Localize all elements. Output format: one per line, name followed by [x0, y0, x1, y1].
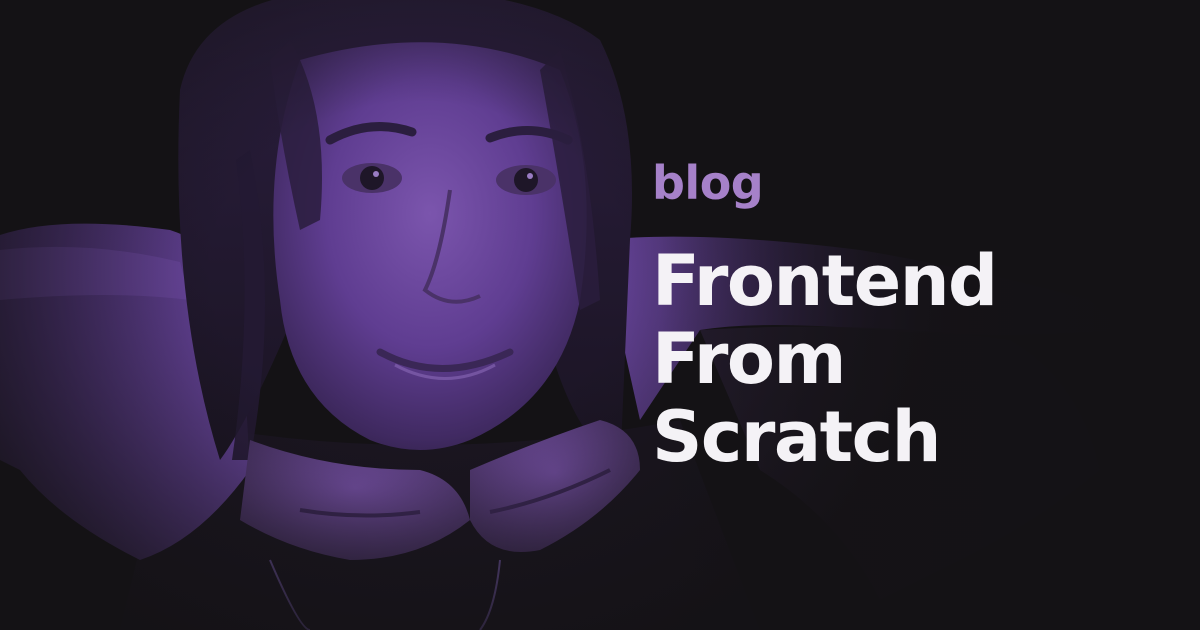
blog-social-card: blog Frontend From Scratch — [0, 0, 1200, 630]
title-line-1: Frontend — [652, 240, 998, 322]
card-text: blog Frontend From Scratch — [652, 160, 1172, 476]
post-title: Frontend From Scratch — [652, 242, 1172, 476]
category-tag: blog — [652, 156, 764, 210]
title-line-3: Scratch — [652, 396, 941, 478]
title-line-2: From — [652, 318, 846, 400]
